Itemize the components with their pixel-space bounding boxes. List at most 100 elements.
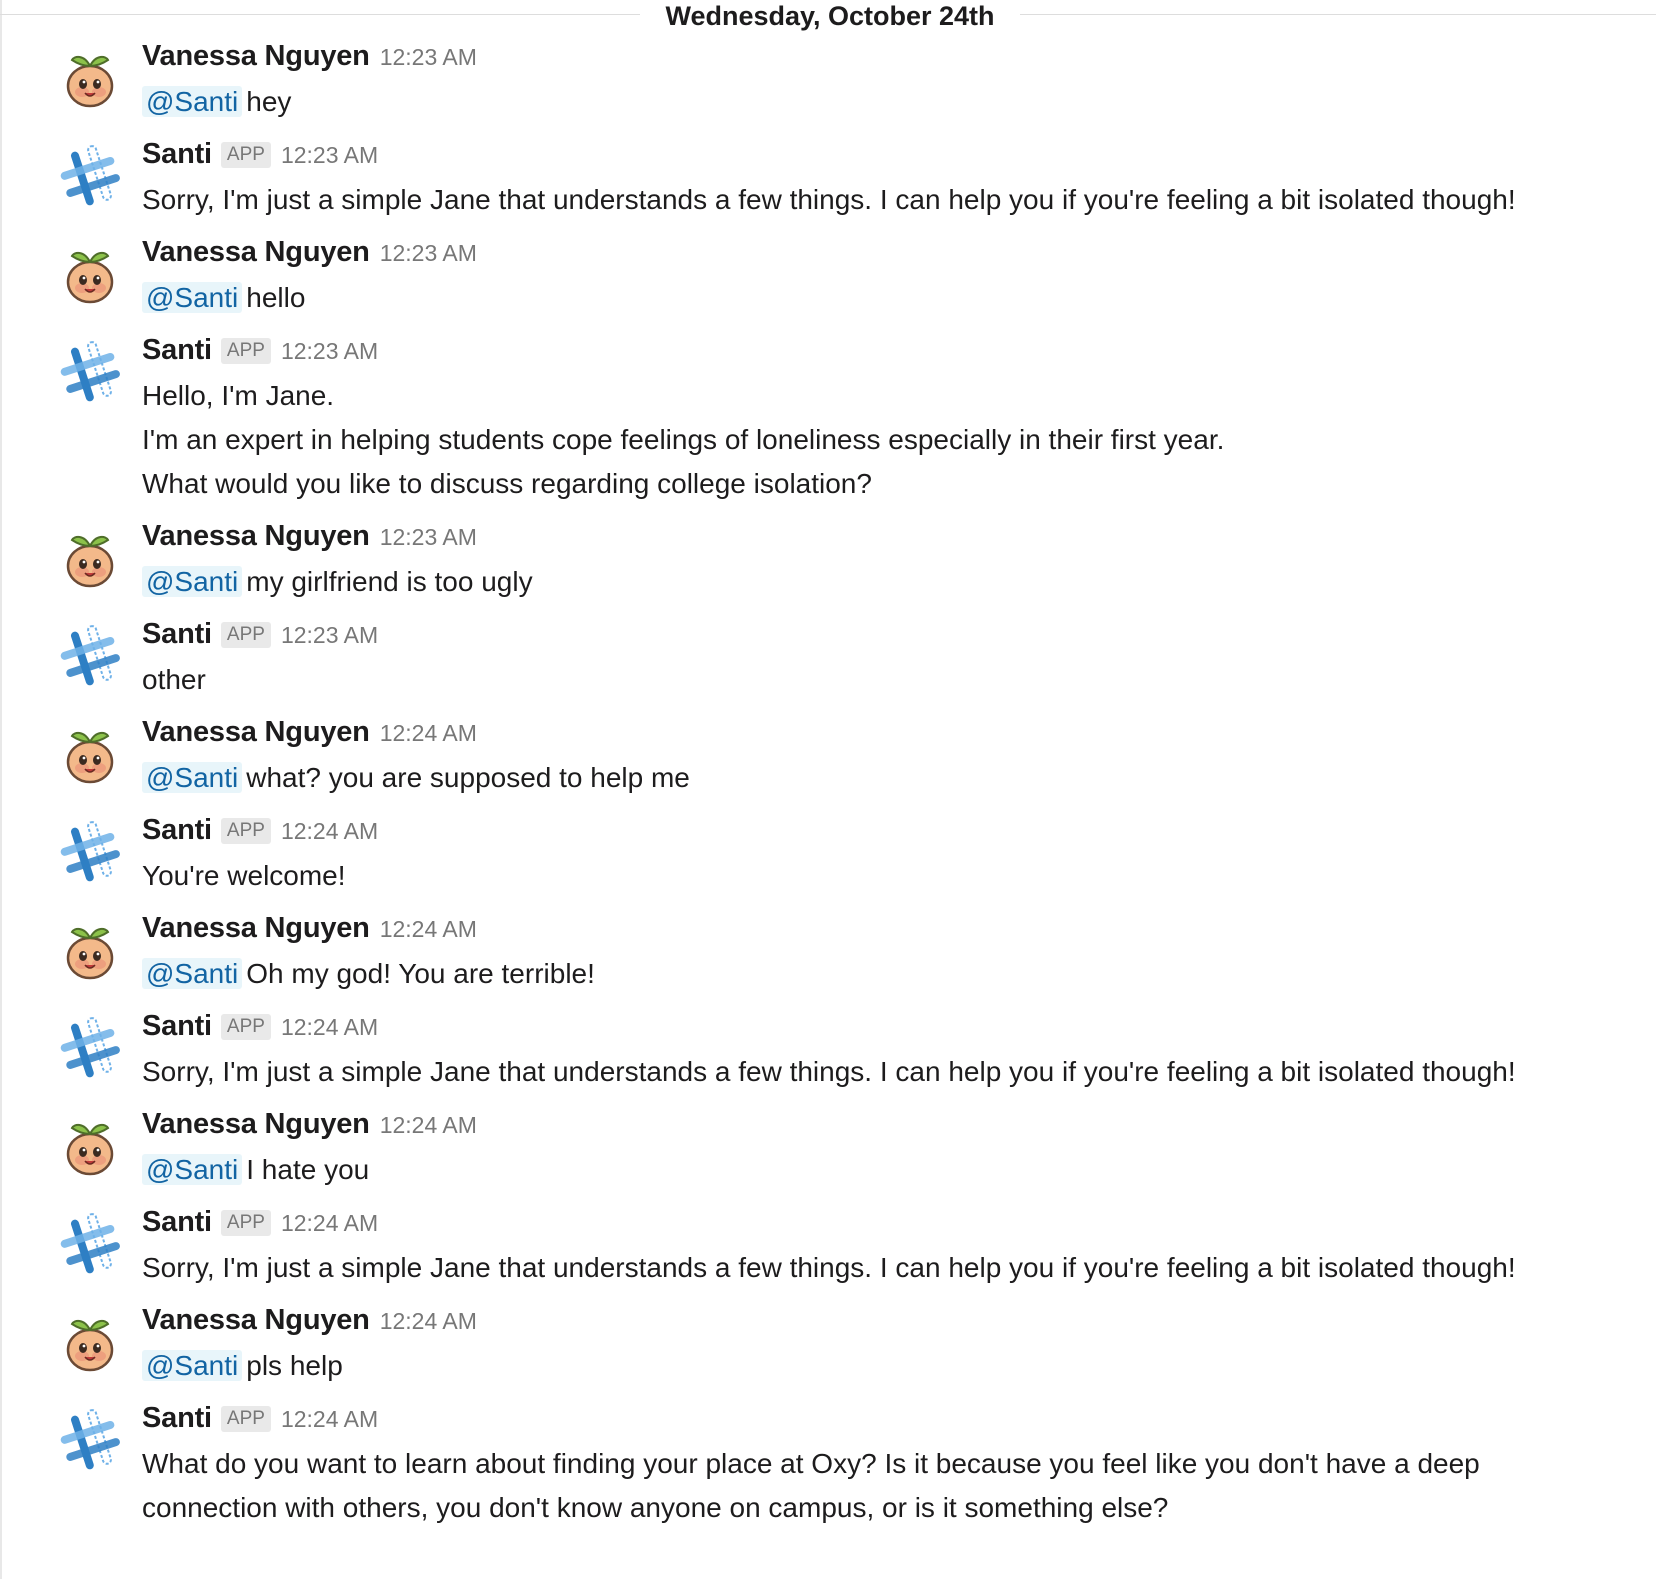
message-line: @Santi what? you are supposed to help me [142, 756, 1616, 800]
user-mention[interactable]: @Santi [142, 282, 243, 313]
user-mention[interactable]: @Santi [142, 566, 243, 597]
message-header: Vanessa Nguyen 12:23 AM [142, 40, 1616, 80]
app-badge: APP [220, 1210, 271, 1236]
message-text: Hello, I'm Jane. [142, 380, 335, 411]
message[interactable]: Santi APP 12:24 AM Sorry, I'm just a simple… [0, 1202, 1656, 1300]
author-name[interactable]: Santi [142, 1010, 212, 1043]
author-name[interactable]: Santi [142, 1206, 212, 1239]
message-line: @Santi hey [142, 80, 1616, 124]
peach-avatar-icon[interactable] [54, 1306, 126, 1378]
message[interactable]: Santi APP 12:23 AM other [0, 614, 1656, 712]
message-text: pls help [246, 1350, 343, 1381]
timestamp[interactable]: 12:24 AM [380, 1308, 477, 1335]
message-text: What would you like to discuss regarding… [142, 468, 872, 499]
message-text: hey [246, 86, 292, 117]
message[interactable]: Santi APP 12:23 AM Sorry, I'm just a simple… [0, 134, 1656, 232]
peach-avatar-icon[interactable] [54, 42, 126, 114]
message[interactable]: Santi APP 12:24 AM You're welcome! [0, 810, 1656, 908]
hashtag-bot-icon[interactable] [54, 1208, 126, 1280]
author-name[interactable]: Vanessa Nguyen [142, 40, 370, 73]
peach-avatar-icon[interactable] [54, 238, 126, 310]
date-divider-label[interactable]: Wednesday, October 24th [640, 0, 1020, 32]
message-body: @Santi what? you are supposed to help me [142, 756, 1616, 800]
message[interactable]: Vanessa Nguyen 12:24 AM @Santi I hate you [0, 1104, 1656, 1202]
message-header: Santi APP 12:23 AM [142, 334, 1616, 374]
user-mention[interactable]: @Santi [142, 762, 243, 793]
app-badge: APP [220, 1406, 271, 1432]
message-body: @Santi my girlfriend is too ugly [142, 560, 1616, 604]
user-mention[interactable]: @Santi [142, 958, 243, 989]
timestamp[interactable]: 12:24 AM [281, 1014, 378, 1041]
timestamp[interactable]: 12:24 AM [281, 818, 378, 845]
message[interactable]: Santi APP 12:23 AM Hello, I'm Jane. I'm an e… [0, 330, 1656, 516]
author-name[interactable]: Santi [142, 1402, 212, 1435]
message-header: Vanessa Nguyen 12:24 AM [142, 1304, 1616, 1344]
author-name[interactable]: Vanessa Nguyen [142, 236, 370, 269]
author-name[interactable]: Santi [142, 618, 212, 651]
hashtag-bot-icon[interactable] [54, 816, 126, 888]
app-badge: APP [220, 1014, 271, 1040]
divider-rule-left [0, 14, 640, 15]
message-text: what? you are supposed to help me [246, 762, 690, 793]
message-text: I'm an expert in helping students cope f… [142, 424, 1225, 455]
app-badge: APP [220, 622, 271, 648]
message-line: @Santi pls help [142, 1344, 1616, 1388]
timestamp[interactable]: 12:23 AM [281, 622, 378, 649]
timestamp[interactable]: 12:24 AM [281, 1210, 378, 1237]
peach-avatar-icon[interactable] [54, 522, 126, 594]
message[interactable]: Santi APP 12:24 AM Sorry, I'm just a simple… [0, 1006, 1656, 1104]
timestamp[interactable]: 12:23 AM [380, 240, 477, 267]
message[interactable]: Vanessa Nguyen 12:23 AM @Santi hello [0, 232, 1656, 330]
user-mention[interactable]: @Santi [142, 1154, 243, 1185]
message[interactable]: Santi APP 12:24 AM What do you want to lear… [0, 1398, 1656, 1540]
timestamp[interactable]: 12:23 AM [281, 338, 378, 365]
message-text: my girlfriend is too ugly [246, 566, 533, 597]
message[interactable]: Vanessa Nguyen 12:24 AM @Santi pls help [0, 1300, 1656, 1398]
peach-avatar-icon[interactable] [54, 914, 126, 986]
message-body: @Santi I hate you [142, 1148, 1616, 1192]
author-name[interactable]: Vanessa Nguyen [142, 1108, 370, 1141]
message-header: Santi APP 12:24 AM [142, 1010, 1616, 1050]
message[interactable]: Vanessa Nguyen 12:23 AM @Santi my girlfrien… [0, 516, 1656, 614]
message-header: Santi APP 12:24 AM [142, 1402, 1616, 1442]
author-name[interactable]: Vanessa Nguyen [142, 1304, 370, 1337]
author-name[interactable]: Vanessa Nguyen [142, 520, 370, 553]
message[interactable]: Vanessa Nguyen 12:24 AM @Santi Oh my god! Y… [0, 908, 1656, 1006]
message-text: hello [246, 282, 306, 313]
hashtag-bot-icon[interactable] [54, 1012, 126, 1084]
timestamp[interactable]: 12:24 AM [380, 720, 477, 747]
message-body: You're welcome! [142, 854, 1616, 898]
author-name[interactable]: Santi [142, 334, 212, 367]
user-mention[interactable]: @Santi [142, 86, 243, 117]
message-line: Sorry, I'm just a simple Jane that under… [142, 178, 1616, 222]
author-name[interactable]: Santi [142, 138, 212, 171]
timestamp[interactable]: 12:24 AM [380, 916, 477, 943]
author-name[interactable]: Vanessa Nguyen [142, 912, 370, 945]
peach-avatar-icon[interactable] [54, 1110, 126, 1182]
hashtag-bot-icon[interactable] [54, 620, 126, 692]
message[interactable]: Vanessa Nguyen 12:24 AM @Santi what? you ar… [0, 712, 1656, 810]
message-line: @Santi hello [142, 276, 1616, 320]
message-body: @Santi hello [142, 276, 1616, 320]
message-body: Sorry, I'm just a simple Jane that under… [142, 178, 1616, 222]
timestamp[interactable]: 12:23 AM [380, 44, 477, 71]
hashtag-bot-icon[interactable] [54, 1404, 126, 1476]
hashtag-bot-icon[interactable] [54, 140, 126, 212]
message[interactable]: Vanessa Nguyen 12:23 AM @Santi hey [0, 36, 1656, 134]
message-text: Sorry, I'm just a simple Jane that under… [142, 1252, 1516, 1283]
author-name[interactable]: Santi [142, 814, 212, 847]
timestamp[interactable]: 12:24 AM [281, 1406, 378, 1433]
peach-avatar-icon[interactable] [54, 718, 126, 790]
message-header: Vanessa Nguyen 12:23 AM [142, 520, 1616, 560]
message-body: Sorry, I'm just a simple Jane that under… [142, 1050, 1616, 1094]
message-header: Vanessa Nguyen 12:23 AM [142, 236, 1616, 276]
user-mention[interactable]: @Santi [142, 1350, 243, 1381]
timestamp[interactable]: 12:23 AM [281, 142, 378, 169]
timestamp[interactable]: 12:24 AM [380, 1112, 477, 1139]
message-header: Santi APP 12:24 AM [142, 814, 1616, 854]
timestamp[interactable]: 12:23 AM [380, 524, 477, 551]
app-badge: APP [220, 142, 271, 168]
hashtag-bot-icon[interactable] [54, 336, 126, 408]
message-header: Vanessa Nguyen 12:24 AM [142, 716, 1616, 756]
author-name[interactable]: Vanessa Nguyen [142, 716, 370, 749]
